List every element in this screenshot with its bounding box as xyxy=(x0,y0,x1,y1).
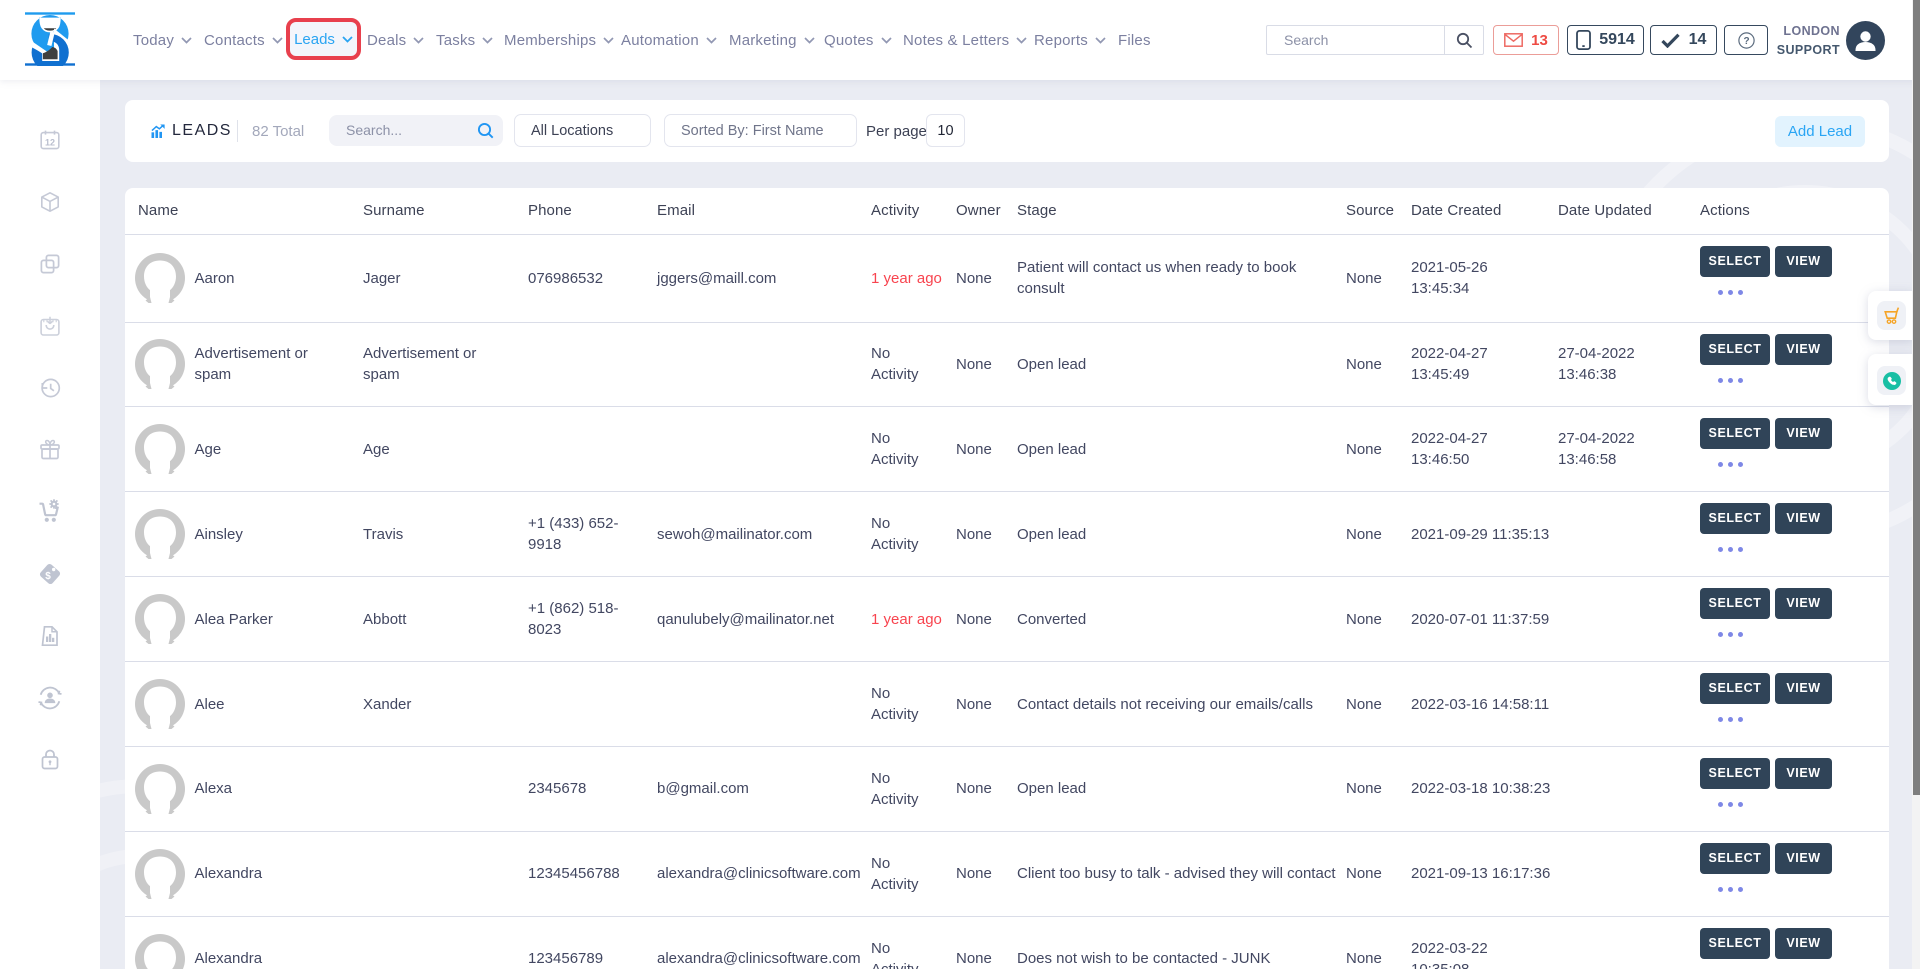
svg-text:$: $ xyxy=(45,571,51,582)
svg-text:?: ? xyxy=(1743,36,1749,47)
svg-text:12: 12 xyxy=(45,138,55,148)
